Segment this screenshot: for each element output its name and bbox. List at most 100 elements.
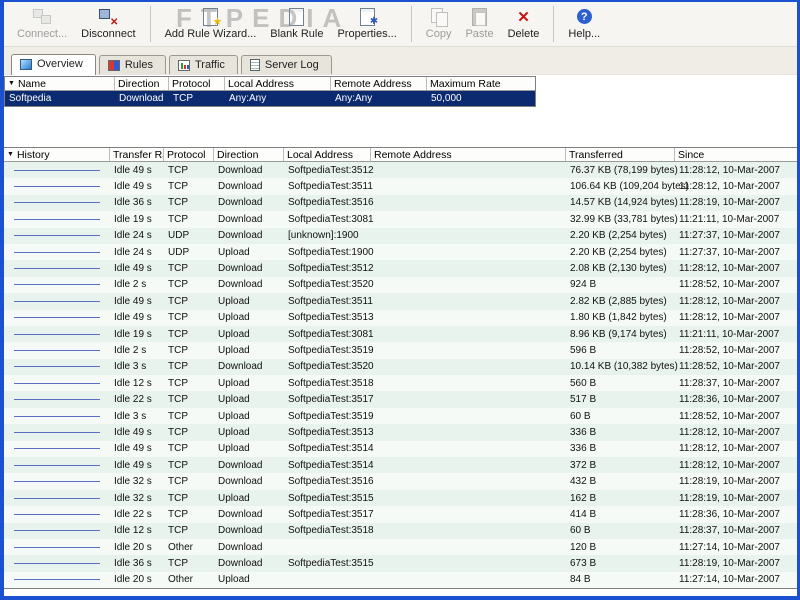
history-row[interactable]: Idle 19 sTCPDownloadSoftpediaTest:308132… (4, 211, 797, 227)
history-cell-protocol: TCP (164, 394, 214, 405)
history-cell-sparkline (4, 284, 110, 285)
history-row[interactable]: Idle 20 sOtherUpload84 B11:27:14, 10-Mar… (4, 572, 797, 588)
tab-label: Overview (37, 58, 83, 70)
transfer-rate-sparkline (14, 547, 100, 548)
history-cell-since: 11:28:52, 10-Mar-2007 (675, 361, 797, 372)
rules-column-header-direction[interactable]: Direction (115, 77, 169, 90)
transfer-rate-sparkline (14, 563, 100, 564)
add-rule-wizard-button[interactable]: Add Rule Wizard... (158, 5, 264, 42)
history-column-header-history[interactable]: ▼History (4, 148, 110, 161)
history-row[interactable]: Idle 24 sUDPDownload[unknown]:19002.20 K… (4, 228, 797, 244)
tab-server-log[interactable]: Server Log (241, 55, 332, 74)
history-cell-since: 11:28:37, 10-Mar-2007 (675, 525, 797, 536)
history-cell-direction: Download (214, 230, 284, 241)
toolbar-button-label: Properties... (337, 28, 396, 40)
rules-row[interactable]: SoftpediaDownloadTCPAny:AnyAny:Any50,000 (5, 91, 535, 106)
history-cell-transferred: 10.14 KB (10,382 bytes) (566, 361, 675, 372)
column-header-label: Name (18, 78, 46, 90)
history-column-header-local-address[interactable]: Local Address (284, 148, 371, 161)
history-row[interactable]: Idle 32 sTCPUploadSoftpediaTest:3515162 … (4, 490, 797, 506)
history-cell-since: 11:28:12, 10-Mar-2007 (675, 296, 797, 307)
history-cell-local-address: SoftpediaTest:3513 (284, 427, 371, 438)
history-row[interactable]: Idle 22 sTCPDownloadSoftpediaTest:351741… (4, 506, 797, 522)
history-row[interactable]: Idle 19 sTCPUploadSoftpediaTest:30818.96… (4, 326, 797, 342)
history-cell-sparkline (4, 530, 110, 531)
disconnect-button[interactable]: Disconnect (74, 5, 142, 42)
history-row[interactable]: Idle 36 sTCPDownloadSoftpediaTest:351567… (4, 555, 797, 571)
history-cell-transferred: 924 B (566, 279, 675, 290)
rules-column-header-local-address[interactable]: Local Address (225, 77, 331, 90)
blank-rule-button[interactable]: Blank Rule (263, 5, 330, 42)
column-header-label: Direction (217, 149, 258, 161)
history-row[interactable]: Idle 49 sTCPUploadSoftpediaTest:3513336 … (4, 424, 797, 440)
history-cell-sparkline (4, 252, 110, 253)
help-button[interactable]: Help... (561, 5, 607, 42)
history-cell-direction: Download (214, 476, 284, 487)
history-row[interactable]: Idle 12 sTCPUploadSoftpediaTest:3518560 … (4, 375, 797, 391)
history-row[interactable]: Idle 20 sOtherDownload120 B11:27:14, 10-… (4, 539, 797, 555)
history-cell-transfer-rate: Idle 24 s (110, 247, 164, 258)
tab-traffic[interactable]: Traffic (169, 55, 238, 74)
rules-column-header-name[interactable]: ▼Name (5, 77, 115, 90)
history-cell-transferred: 162 B (566, 493, 675, 504)
history-row[interactable]: Idle 3 sTCPDownloadSoftpediaTest:352010.… (4, 359, 797, 375)
history-cell-local-address: SoftpediaTest:3517 (284, 394, 371, 405)
history-cell-local-address: SoftpediaTest:3518 (284, 525, 371, 536)
tab-overview[interactable]: Overview (11, 54, 96, 75)
history-row[interactable]: Idle 2 sTCPDownloadSoftpediaTest:3520924… (4, 277, 797, 293)
history-cell-transfer-rate: Idle 24 s (110, 230, 164, 241)
history-cell-sparkline (4, 432, 110, 433)
history-row[interactable]: Idle 49 sTCPDownloadSoftpediaTest:35122.… (4, 260, 797, 276)
history-cell-direction: Download (214, 165, 284, 176)
rules-column-header-remote-address[interactable]: Remote Address (331, 77, 427, 90)
tab-rules[interactable]: Rules (99, 55, 166, 74)
history-row[interactable]: Idle 49 sTCPDownloadSoftpediaTest:351437… (4, 457, 797, 473)
history-row[interactable]: Idle 49 sTCPUploadSoftpediaTest:35131.80… (4, 310, 797, 326)
history-cell-transfer-rate: Idle 32 s (110, 476, 164, 487)
history-column-header-protocol[interactable]: Protocol (164, 148, 214, 161)
properties-button[interactable]: Properties... (330, 5, 403, 42)
history-row[interactable]: Idle 24 sUDPUploadSoftpediaTest:19002.20… (4, 244, 797, 260)
rule-cell-name: Softpedia (5, 93, 115, 104)
history-column-header-transferred[interactable]: Transferred (566, 148, 675, 161)
toolbar-button-label: Copy (426, 28, 452, 40)
history-row[interactable]: Idle 49 sTCPDownloadSoftpediaTest:351110… (4, 178, 797, 194)
paste-button: Paste (458, 5, 500, 42)
history-cell-direction: Download (214, 279, 284, 290)
history-row[interactable]: Idle 36 sTCPDownloadSoftpediaTest:351614… (4, 195, 797, 211)
rules-column-header-protocol[interactable]: Protocol (169, 77, 225, 90)
history-column-header-direction[interactable]: Direction (214, 148, 284, 161)
history-cell-protocol: TCP (164, 263, 214, 274)
history-cell-protocol: TCP (164, 181, 214, 192)
history-row[interactable]: Idle 49 sTCPUploadSoftpediaTest:35112.82… (4, 293, 797, 309)
history-cell-protocol: TCP (164, 525, 214, 536)
history-cell-protocol: UDP (164, 230, 214, 241)
history-cell-protocol: TCP (164, 443, 214, 454)
history-row[interactable]: Idle 32 sTCPDownloadSoftpediaTest:351643… (4, 473, 797, 489)
history-cell-local-address: SoftpediaTest:3081 (284, 329, 371, 340)
history-cell-direction: Download (214, 509, 284, 520)
history-row[interactable]: Idle 3 sTCPUploadSoftpediaTest:351960 B1… (4, 408, 797, 424)
rule-cell-remote-address: Any:Any (331, 93, 427, 104)
history-column-header-since[interactable]: Since (675, 148, 797, 161)
history-cell-since: 11:28:12, 10-Mar-2007 (675, 443, 797, 454)
history-row[interactable]: Idle 2 sTCPUploadSoftpediaTest:3519596 B… (4, 342, 797, 358)
history-column-header-remote-address[interactable]: Remote Address (371, 148, 566, 161)
history-row[interactable]: Idle 49 sTCPDownloadSoftpediaTest:351276… (4, 162, 797, 178)
history-cell-direction: Download (214, 525, 284, 536)
history-table-body: Idle 49 sTCPDownloadSoftpediaTest:351276… (4, 162, 797, 588)
history-column-header-transfer-ra[interactable]: Transfer Ra (110, 148, 164, 161)
rules-column-header-maximum-rate[interactable]: Maximum Rate (427, 77, 535, 90)
history-cell-transferred: 106.64 KB (109,204 bytes) (566, 181, 675, 192)
history-cell-local-address: SoftpediaTest:3516 (284, 476, 371, 487)
history-row[interactable]: Idle 12 sTCPDownloadSoftpediaTest:351860… (4, 523, 797, 539)
history-cell-since: 11:28:36, 10-Mar-2007 (675, 394, 797, 405)
history-row[interactable]: Idle 22 sTCPUploadSoftpediaTest:3517517 … (4, 391, 797, 407)
history-cell-transfer-rate: Idle 20 s (110, 574, 164, 585)
history-cell-sparkline (4, 579, 110, 580)
delete-button[interactable]: Delete (501, 5, 547, 42)
history-cell-local-address: SoftpediaTest:3514 (284, 443, 371, 454)
history-cell-since: 11:21:11, 10-Mar-2007 (675, 214, 797, 225)
help-icon (572, 7, 596, 26)
history-row[interactable]: Idle 49 sTCPUploadSoftpediaTest:3514336 … (4, 441, 797, 457)
